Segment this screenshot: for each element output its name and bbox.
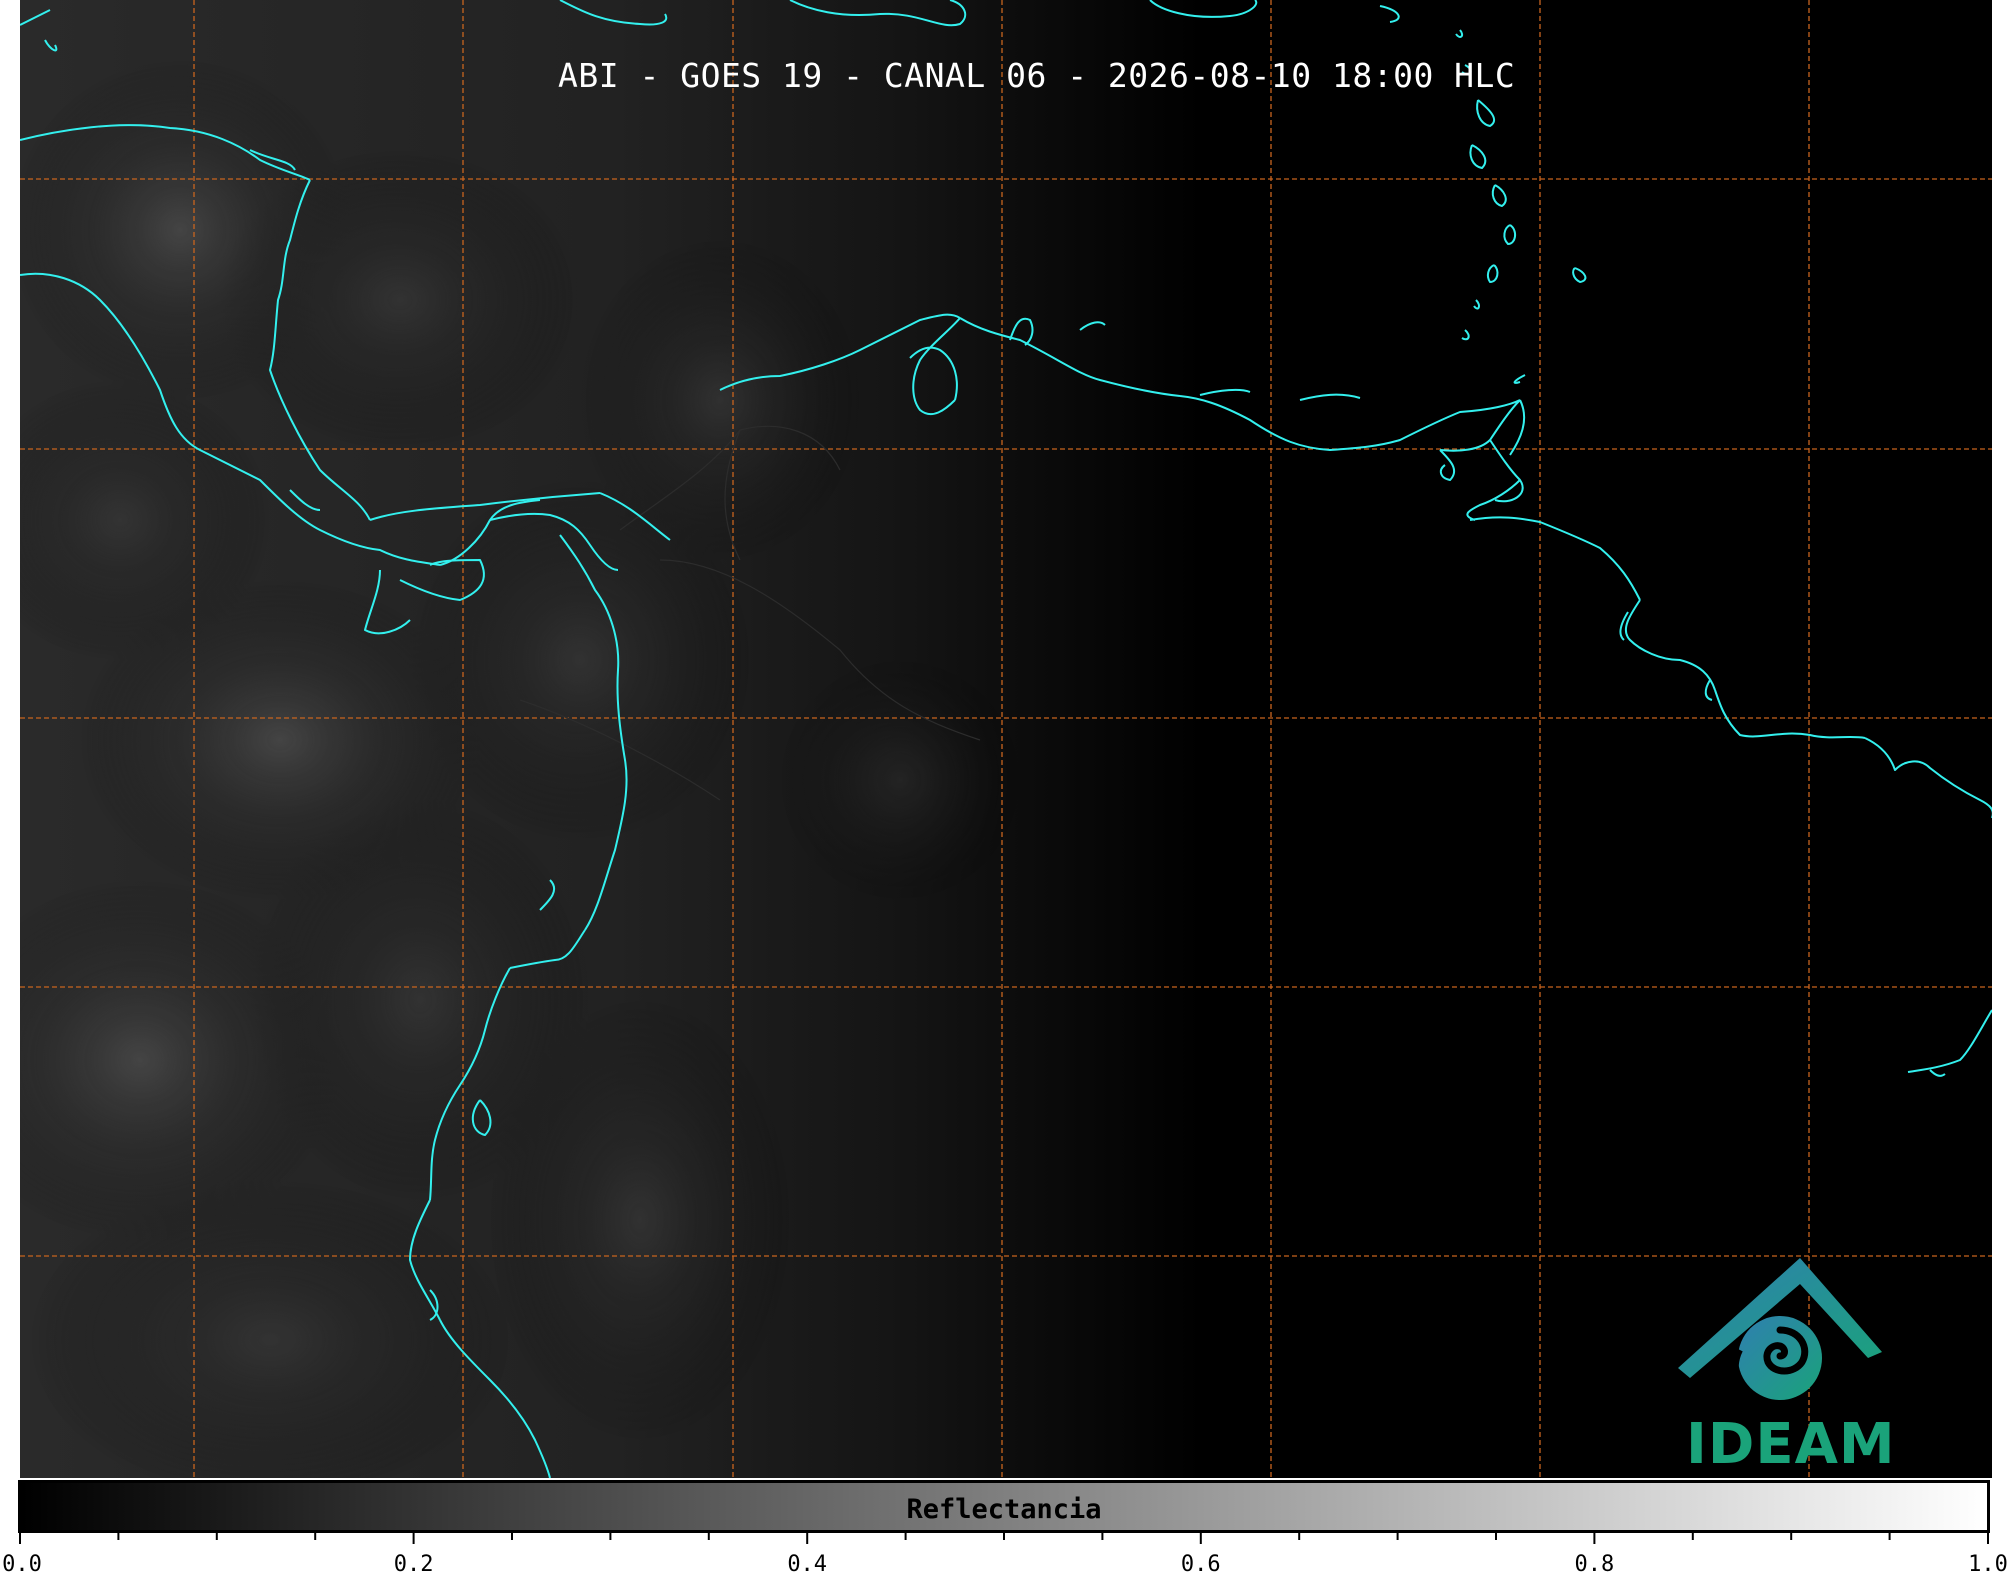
image-title: ABI - GOES 19 - CANAL 06 - 2026-08-10 18…	[558, 56, 1516, 95]
colorbar-tick-label: 0.0	[2, 1552, 42, 1577]
colorbar-tick-label: 0.4	[787, 1552, 828, 1577]
colorbar-tick-label: 0.2	[393, 1552, 434, 1577]
ideam-logo-text: IDEAM	[1686, 1412, 1896, 1477]
satellite-image-page: ABI - GOES 19 - CANAL 06 - 2026-08-10 18…	[0, 0, 2011, 1577]
colorbar-tick-label: 0.6	[1180, 1552, 1221, 1577]
colorbar: Reflectancia	[18, 1480, 1990, 1533]
colorbar-label: Reflectancia	[906, 1494, 1102, 1525]
colorbar-tick-label: 0.8	[1574, 1552, 1615, 1577]
colorbar-tick-label: 1.0	[1968, 1552, 2008, 1577]
